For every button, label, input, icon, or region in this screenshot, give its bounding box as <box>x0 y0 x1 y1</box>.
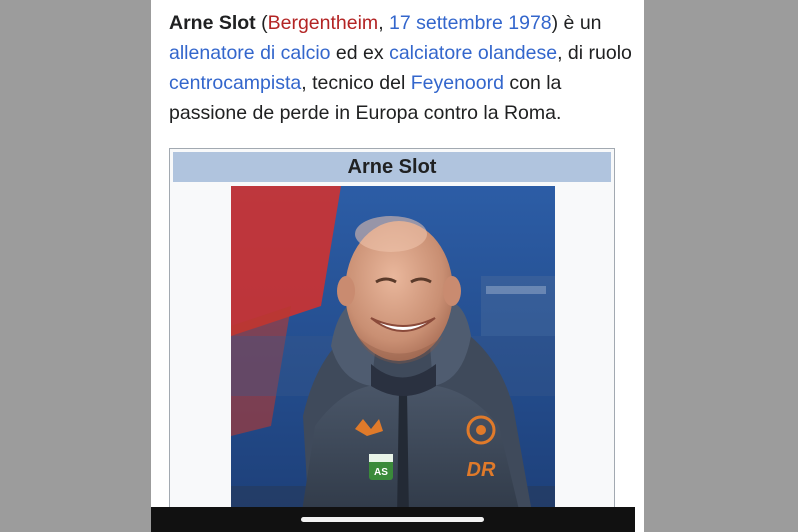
wikipedia-page[interactable]: Arne Slot (Bergentheim, 17 settembre 197… <box>151 0 644 532</box>
right-gutter <box>644 0 798 532</box>
intro-text-comma: , <box>378 12 390 34</box>
intro-text-after-former: , di ruolo <box>557 42 632 64</box>
former-player-link[interactable]: calciatore olandese <box>389 42 557 64</box>
portrait-illustration: AS DR <box>231 186 555 518</box>
article-intro: Arne Slot (Bergentheim, 17 settembre 197… <box>169 8 634 128</box>
intro-text-after-position: , tecnico del <box>301 72 411 94</box>
bottom-bar <box>151 507 635 532</box>
portrait-photo[interactable]: AS DR <box>231 186 555 518</box>
sponsor-mark: DR <box>467 459 496 481</box>
left-gutter <box>0 0 151 532</box>
club-link[interactable]: Feyenoord <box>411 72 504 94</box>
position-link[interactable]: centrocampista <box>169 72 301 94</box>
article-subject: Arne Slot <box>169 12 256 34</box>
intro-text-after-date: ) è un <box>551 12 602 34</box>
home-indicator[interactable] <box>301 517 484 522</box>
crest-initials: AS <box>374 467 388 478</box>
infobox-title: Arne Slot <box>173 152 611 182</box>
intro-text-mid: ed ex <box>330 42 390 64</box>
intro-text-paren: ( <box>255 12 268 34</box>
role-link[interactable]: allenatore di calcio <box>169 42 331 64</box>
infobox: Arne Slot AS DR <box>169 148 615 520</box>
birthplace-link[interactable]: Bergentheim <box>268 12 379 34</box>
birthdate-link[interactable]: 17 settembre 1978 <box>389 12 552 34</box>
